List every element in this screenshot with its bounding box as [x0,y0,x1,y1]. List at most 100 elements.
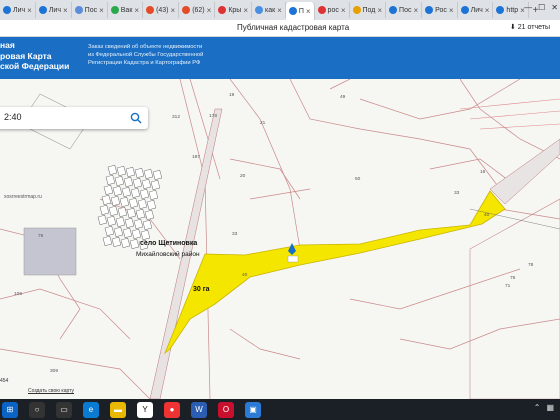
tab-close-icon[interactable]: × [243,6,248,15]
tab-title: Лич [13,6,26,14]
search-box[interactable]: 2:40 [0,107,148,129]
parcel-area-label: 30 га [193,286,210,293]
tab-favicon-icon [74,6,83,14]
tab-favicon-icon [496,6,505,14]
parcel-number: 50 [355,177,361,182]
tab-title: Пос [84,6,98,14]
browser-tab[interactable]: рос × [315,2,350,18]
search-input[interactable]: 2:40 [4,112,22,122]
tab-title: Кры [228,6,242,14]
parcel-number: 106 [14,292,23,297]
tab-title: П [298,7,304,15]
browser-tab[interactable]: Кры × [215,2,252,18]
tab-favicon-icon [218,6,227,14]
parcel-number: 49 [340,95,346,100]
browser-tab[interactable]: как × [252,2,286,18]
browser-tab-bar: Лич × Лич × Пос × Вак × (43) × (62) × Кры × как × П × рос ×… [0,0,560,20]
tab-close-icon[interactable]: × [63,6,68,15]
create-map-link[interactable]: Создать свою карту [28,388,74,394]
tab-favicon-icon [255,6,263,14]
order-info-link[interactable]: Заказ сведений об объекте недвижимости и… [88,43,203,67]
parcel-number: 20 [240,174,246,179]
browser-tab[interactable]: Лич × [36,2,72,18]
parcel-number: 21 [260,121,266,126]
tab-title: (62) [192,6,205,14]
tab-favicon-icon [460,6,469,14]
file-explorer-icon[interactable]: ▬ [110,401,126,418]
desc-line-1: Заказ сведений об объекте недвижимости [88,44,203,50]
parcel-number: 78 [528,263,534,268]
tab-favicon-icon [288,7,297,15]
tab-favicon-icon [3,6,11,14]
map-watermark: xosrreestrmap.ru [4,194,42,200]
report-count-label: 21 отчеты [517,23,550,31]
start-icon[interactable]: ⊞ [2,401,18,418]
tab-favicon-icon [38,6,47,14]
browser-tab[interactable]: Под × [350,2,387,18]
close-window-button[interactable]: ✕ [551,3,558,12]
tab-close-icon[interactable]: × [27,6,32,15]
tab-title: Пос [399,6,412,14]
site-logo[interactable]: ная ровая Карта ской Федерации [0,40,69,72]
tab-close-icon[interactable]: × [306,7,311,16]
photos-icon[interactable]: ▣ [245,401,261,418]
tab-close-icon[interactable]: × [377,6,382,15]
page-title: Публичная кадастровая карта [237,23,350,32]
village-label: село Щетиновка [140,240,198,247]
parcel-number: 312 [172,115,181,120]
tab-favicon-icon [425,6,434,14]
parcel-number: 309 [50,369,59,374]
tab-favicon-icon [352,6,361,14]
browser-tab[interactable]: (62) × [179,2,216,18]
tab-title: как [265,6,276,14]
chrome-icon[interactable]: ● [164,401,180,418]
browser-tab[interactable]: Лич × [458,2,494,18]
tab-close-icon[interactable]: × [207,6,212,15]
site-header: ная ровая Карта ской Федерации Заказ све… [0,37,560,79]
desc-line-2: из Федеральной Службы Государственной [88,52,204,58]
yandex-browser-icon[interactable]: Y [137,401,153,418]
search-icon[interactable]: ○ [29,401,45,418]
tab-title: Рос [435,6,447,14]
browser-tab[interactable]: Вак × [108,2,144,18]
maximize-button[interactable]: ☐ [538,3,545,12]
chevron-up-icon[interactable]: ⌃ [534,403,541,412]
edge-icon[interactable]: e [83,401,99,418]
parcel-number: 71 [505,284,511,289]
parcel-number: 19 [229,93,235,98]
search-icon[interactable] [130,111,142,129]
tab-title: рос [327,6,339,14]
browser-tab[interactable]: Пос × [72,2,108,18]
tab-close-icon[interactable]: × [171,6,176,15]
tab-favicon-icon [389,6,398,14]
parcel-number: 76 [510,276,516,281]
tab-title: http [506,6,519,14]
minimize-button[interactable]: — [524,3,532,12]
district-label: Михайловский район [136,251,200,258]
tab-close-icon[interactable]: × [485,6,490,15]
report-counter[interactable]: ⬇ 21 отчеты [510,23,550,32]
tab-close-icon[interactable]: × [449,6,454,15]
tab-close-icon[interactable]: × [413,6,418,15]
browser-tab[interactable]: П × [285,2,315,20]
address-bar[interactable]: Публичная кадастровая карта ⬇ 21 отчеты [0,20,560,37]
browser-tab[interactable]: Пос × [386,2,423,18]
tab-close-icon[interactable]: × [341,6,346,15]
browser-tab[interactable]: Рос × [422,2,458,18]
tab-title: Под [362,6,376,14]
opera-icon[interactable]: O [218,401,234,418]
task-view-icon[interactable]: ▭ [56,401,72,418]
system-tray: ⌃ ▦ [534,403,554,412]
tab-close-icon[interactable]: × [134,6,139,15]
tab-close-icon[interactable]: × [99,6,104,15]
tab-favicon-icon [182,6,191,14]
tab-close-icon[interactable]: × [277,6,282,15]
tab-title: Лич [470,6,483,14]
tab-title: Вак [120,6,133,14]
tab-favicon-icon [317,6,326,14]
word-icon[interactable]: W [191,401,207,418]
network-icon[interactable]: ▦ [546,403,554,412]
browser-tab[interactable]: (43) × [143,2,180,18]
browser-tab[interactable]: Лич × [0,2,36,18]
logo-line-3: ской Федерации [0,61,70,71]
